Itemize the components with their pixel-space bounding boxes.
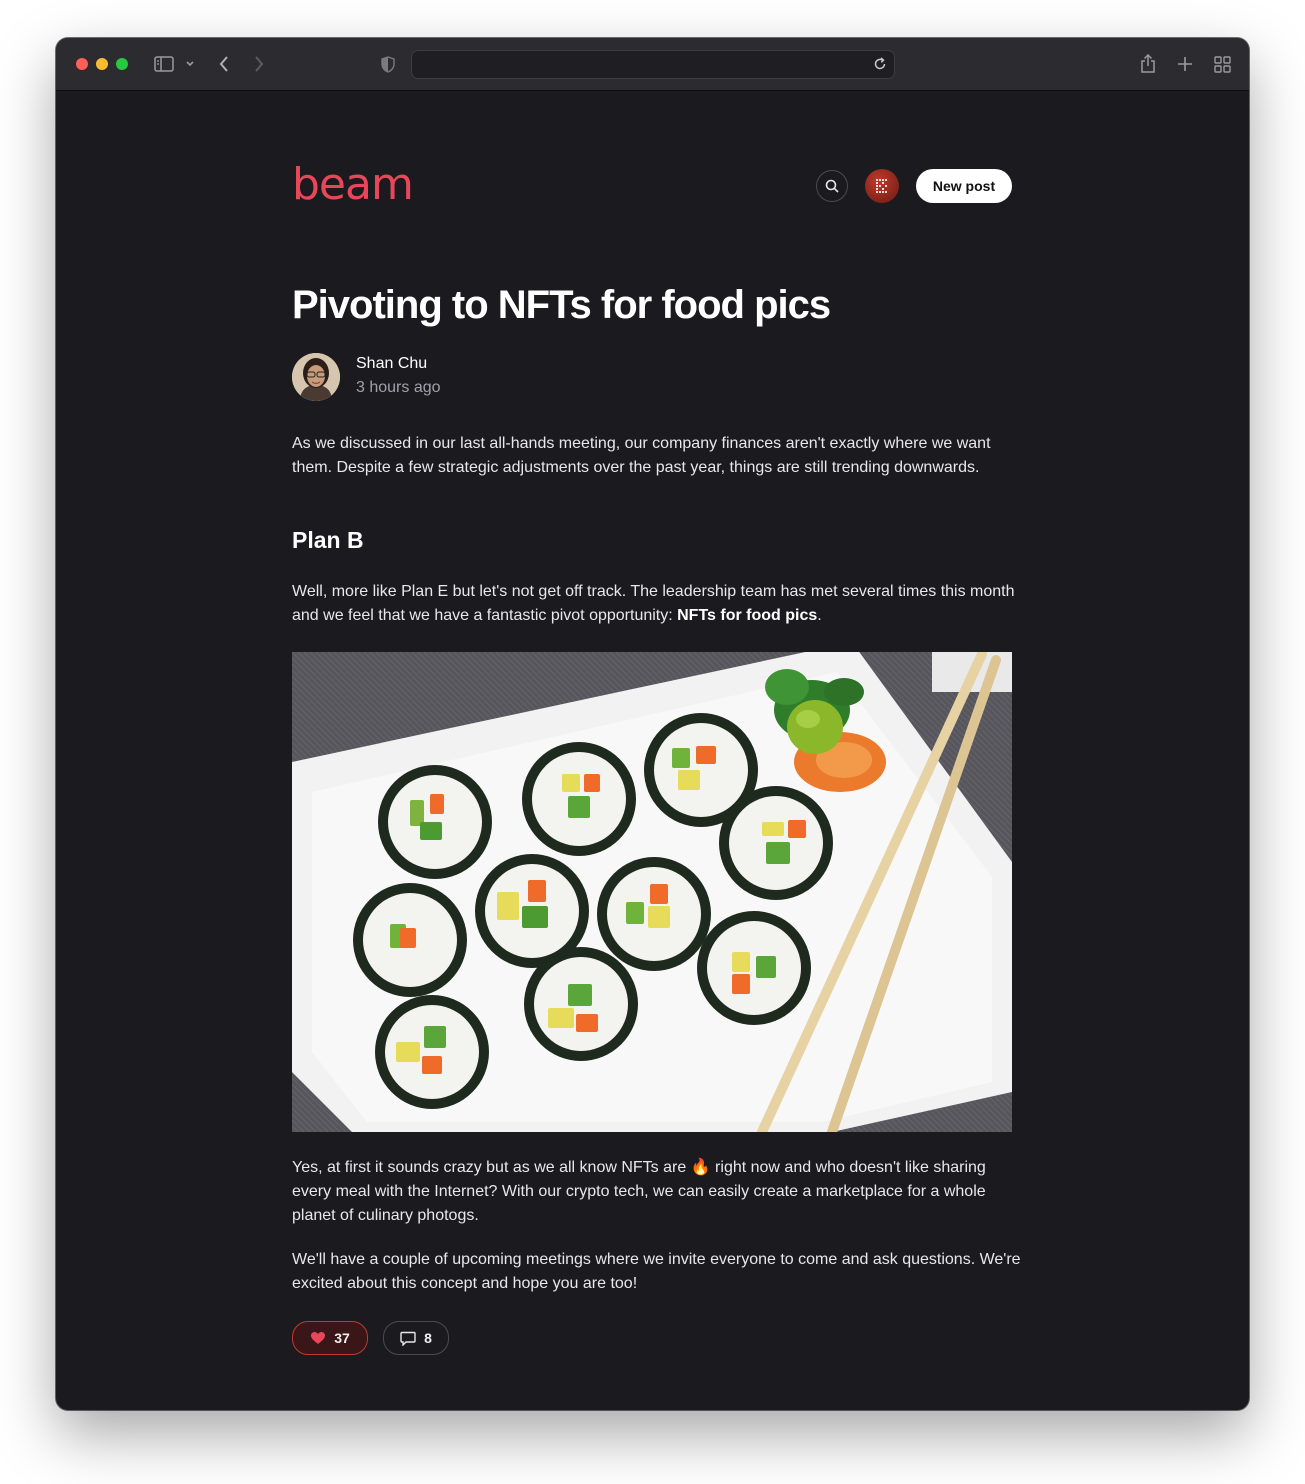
- comment-button[interactable]: 8: [383, 1321, 449, 1355]
- like-button[interactable]: 37: [292, 1321, 368, 1355]
- author-name[interactable]: Shan Chu: [356, 355, 427, 373]
- shield-icon[interactable]: [379, 52, 397, 76]
- plan-text: Well, more like Plan E but let's not get…: [292, 583, 1015, 624]
- beam-logo[interactable]: beam: [292, 163, 414, 207]
- fire-icon: 🔥: [690, 1159, 711, 1176]
- intro-paragraph: As we discussed in our last all-hands me…: [292, 435, 991, 476]
- closing-paragraph: We'll have a couple of upcoming meetings…: [292, 1251, 1021, 1292]
- address-bar[interactable]: [411, 50, 895, 79]
- plan-period: .: [817, 607, 822, 624]
- section-heading: Plan B: [292, 527, 364, 553]
- zoom-window-button[interactable]: [116, 58, 128, 70]
- post-title: Pivoting to NFTs for food pics: [292, 283, 831, 327]
- browser-toolbar: [56, 38, 1249, 91]
- tab-overview-icon[interactable]: [1212, 52, 1232, 76]
- browser-window: beam New post Pivoting to NFTs for food …: [56, 38, 1249, 1410]
- chevron-down-icon[interactable]: [184, 52, 196, 76]
- user-avatar[interactable]: [865, 169, 899, 203]
- hype-paragraph: Yes, at first it sounds crazy but as we …: [292, 1156, 1022, 1228]
- share-icon[interactable]: [1138, 52, 1158, 76]
- minimize-window-button[interactable]: [96, 58, 108, 70]
- forward-icon[interactable]: [251, 52, 267, 76]
- new-post-button[interactable]: New post: [916, 169, 1012, 203]
- close-window-button[interactable]: [76, 58, 88, 70]
- plan-emphasis: NFTs for food pics: [677, 607, 818, 624]
- author-avatar[interactable]: [292, 353, 340, 401]
- search-button[interactable]: [816, 170, 848, 202]
- like-count: 37: [334, 1330, 350, 1346]
- search-icon: [825, 179, 839, 193]
- hype-text-start: Yes, at first it sounds crazy but as we …: [292, 1159, 691, 1176]
- page-content: beam New post Pivoting to NFTs for food …: [56, 91, 1249, 1410]
- post-timestamp: 3 hours ago: [356, 379, 441, 396]
- comment-count: 8: [424, 1330, 432, 1346]
- comment-icon: [400, 1331, 416, 1346]
- plan-paragraph: Well, more like Plan E but let's not get…: [292, 580, 1022, 628]
- reload-icon[interactable]: [872, 55, 888, 73]
- sushi-photo: [292, 652, 1012, 1132]
- sidebar-icon[interactable]: [153, 52, 175, 76]
- back-icon[interactable]: [216, 52, 232, 76]
- heart-icon: [311, 1332, 326, 1344]
- new-tab-icon[interactable]: [1175, 52, 1195, 76]
